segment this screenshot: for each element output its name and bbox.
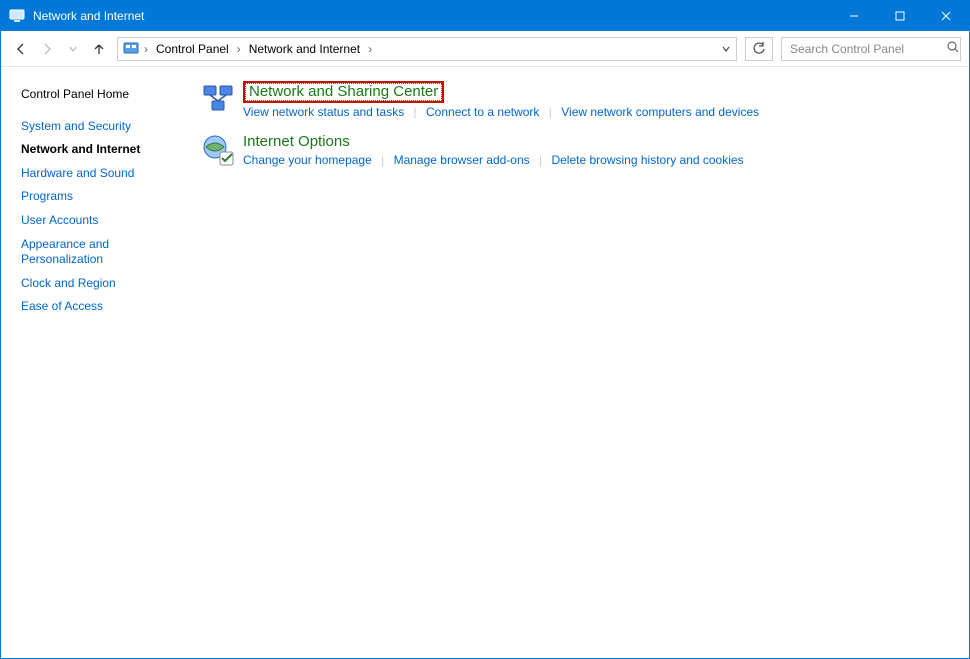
- control-panel-network-icon: [9, 8, 25, 24]
- sidebar-item-hardware-and-sound[interactable]: Hardware and Sound: [21, 162, 191, 186]
- link-manage-addons[interactable]: Manage browser add-ons: [394, 153, 530, 167]
- refresh-button[interactable]: [745, 37, 773, 61]
- link-divider: |: [408, 105, 423, 119]
- link-divider: |: [543, 105, 558, 119]
- sidebar-item-network-and-internet[interactable]: Network and Internet: [21, 138, 191, 162]
- link-connect-to-network[interactable]: Connect to a network: [426, 105, 539, 119]
- network-sharing-center-icon: [201, 81, 235, 115]
- breadcrumb-root[interactable]: Control Panel: [152, 42, 233, 56]
- sidebar-item-ease-of-access[interactable]: Ease of Access: [21, 295, 191, 319]
- internet-options-icon: [201, 133, 235, 167]
- chevron-right-icon[interactable]: ›: [142, 42, 150, 56]
- main-panel: Network and Sharing Center View network …: [191, 67, 969, 658]
- breadcrumb-current[interactable]: Network and Internet: [245, 42, 364, 56]
- category-network-sharing-center: Network and Sharing Center View network …: [201, 81, 959, 119]
- link-divider: |: [533, 153, 548, 167]
- link-change-homepage[interactable]: Change your homepage: [243, 153, 372, 167]
- title-bar: Network and Internet: [1, 1, 969, 31]
- recent-locations-button[interactable]: [61, 37, 85, 61]
- close-button[interactable]: [923, 1, 969, 31]
- link-divider: |: [375, 153, 390, 167]
- address-dropdown-button[interactable]: [716, 38, 736, 60]
- up-button[interactable]: [87, 37, 111, 61]
- sidebar-home[interactable]: Control Panel Home: [21, 83, 191, 107]
- control-panel-icon: [122, 40, 140, 58]
- content-area: Control Panel Home System and Security N…: [1, 67, 969, 658]
- navigation-bar: › Control Panel › Network and Internet ›: [1, 31, 969, 67]
- link-delete-history[interactable]: Delete browsing history and cookies: [551, 153, 743, 167]
- search-input[interactable]: [788, 41, 947, 57]
- sidebar-item-user-accounts[interactable]: User Accounts: [21, 209, 191, 233]
- link-view-network-status[interactable]: View network status and tasks: [243, 105, 404, 119]
- window-controls: [831, 1, 969, 31]
- category-links: View network status and tasks | Connect …: [243, 105, 759, 119]
- sidebar-item-appearance-and-personalization[interactable]: Appearance and Personalization: [21, 233, 151, 272]
- category-heading-internet-options[interactable]: Internet Options: [243, 133, 350, 150]
- chevron-right-icon[interactable]: ›: [366, 42, 374, 56]
- search-icon[interactable]: [947, 41, 959, 56]
- sidebar-item-clock-and-region[interactable]: Clock and Region: [21, 272, 191, 296]
- category-links: Change your homepage | Manage browser ad…: [243, 153, 744, 167]
- window-title: Network and Internet: [33, 9, 144, 23]
- minimize-button[interactable]: [831, 1, 877, 31]
- search-box[interactable]: [781, 37, 961, 61]
- address-bar[interactable]: › Control Panel › Network and Internet ›: [117, 37, 737, 61]
- maximize-button[interactable]: [877, 1, 923, 31]
- back-button[interactable]: [9, 37, 33, 61]
- sidebar-item-system-and-security[interactable]: System and Security: [21, 115, 191, 139]
- link-view-network-computers[interactable]: View network computers and devices: [561, 105, 759, 119]
- chevron-right-icon[interactable]: ›: [235, 42, 243, 56]
- forward-button[interactable]: [35, 37, 59, 61]
- sidebar-item-programs[interactable]: Programs: [21, 185, 191, 209]
- category-heading-network-sharing[interactable]: Network and Sharing Center: [243, 81, 444, 103]
- category-internet-options: Internet Options Change your homepage | …: [201, 133, 959, 167]
- sidebar: Control Panel Home System and Security N…: [1, 67, 191, 658]
